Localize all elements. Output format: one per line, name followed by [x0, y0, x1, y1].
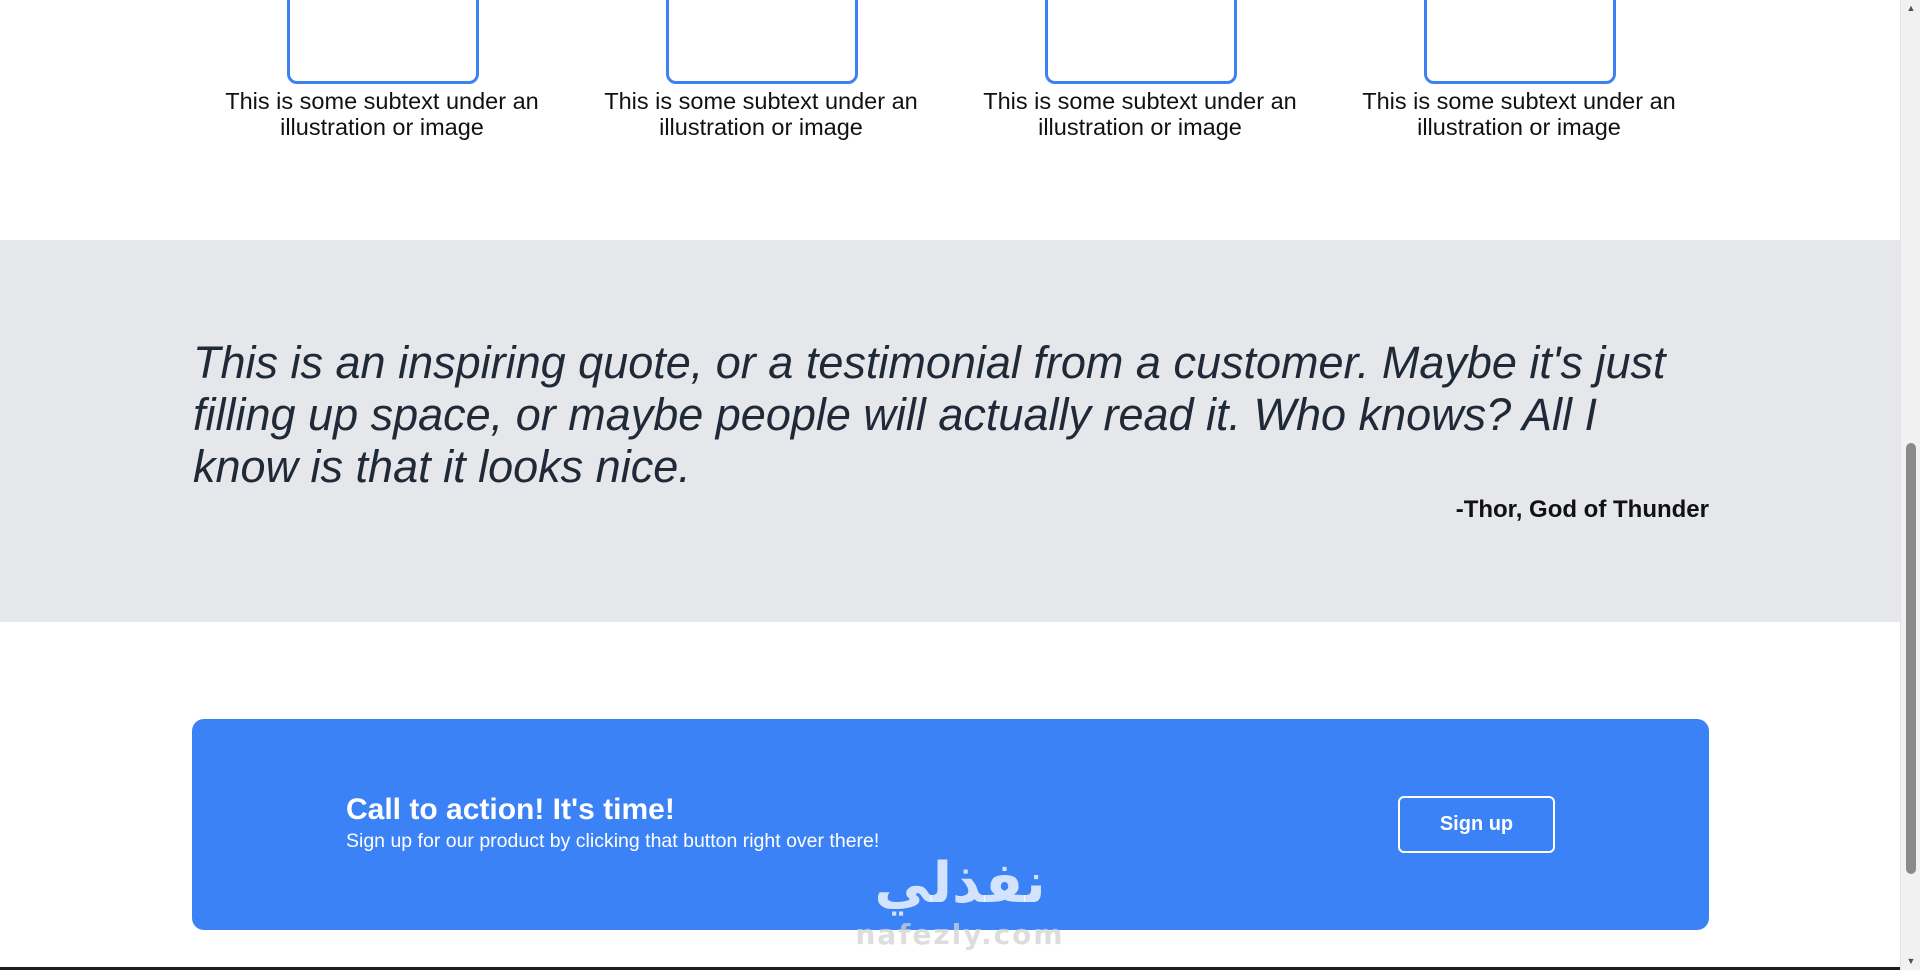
illustration-image — [666, 0, 858, 84]
cta-subtitle: Sign up for our product by clicking that… — [346, 830, 880, 852]
quote-author: -Thor, God of Thunder — [1455, 496, 1709, 523]
call-to-action-banner: Call to action! It's time! Sign up for o… — [192, 719, 1709, 930]
scrollbar-thumb[interactable] — [1906, 443, 1916, 874]
quote-text: This is an inspiring quote, or a testimo… — [193, 337, 1666, 492]
info-card-text: This is some subtext under an illustrati… — [983, 88, 1297, 140]
info-card-text: This is some subtext under an illustrati… — [604, 88, 918, 140]
info-card-text: This is some subtext under an illustrati… — [225, 88, 539, 140]
cta-title: Call to action! It's time! — [346, 793, 675, 826]
scroll-down-icon[interactable]: ▼ — [1901, 953, 1920, 970]
illustration-image — [1045, 0, 1237, 84]
info-section: This is some subtext under an illustrati… — [0, 0, 1900, 240]
vertical-scrollbar[interactable]: ▲ ▼ — [1900, 0, 1920, 970]
info-card-text: This is some subtext under an illustrati… — [1362, 88, 1676, 140]
sign-up-button[interactable]: Sign up — [1398, 796, 1555, 853]
scroll-up-icon[interactable]: ▲ — [1901, 0, 1920, 17]
page-viewport: This is some subtext under an illustrati… — [0, 0, 1920, 970]
illustration-image — [1424, 0, 1616, 84]
quote-section: This is an inspiring quote, or a testimo… — [0, 240, 1900, 622]
illustration-image — [287, 0, 479, 84]
